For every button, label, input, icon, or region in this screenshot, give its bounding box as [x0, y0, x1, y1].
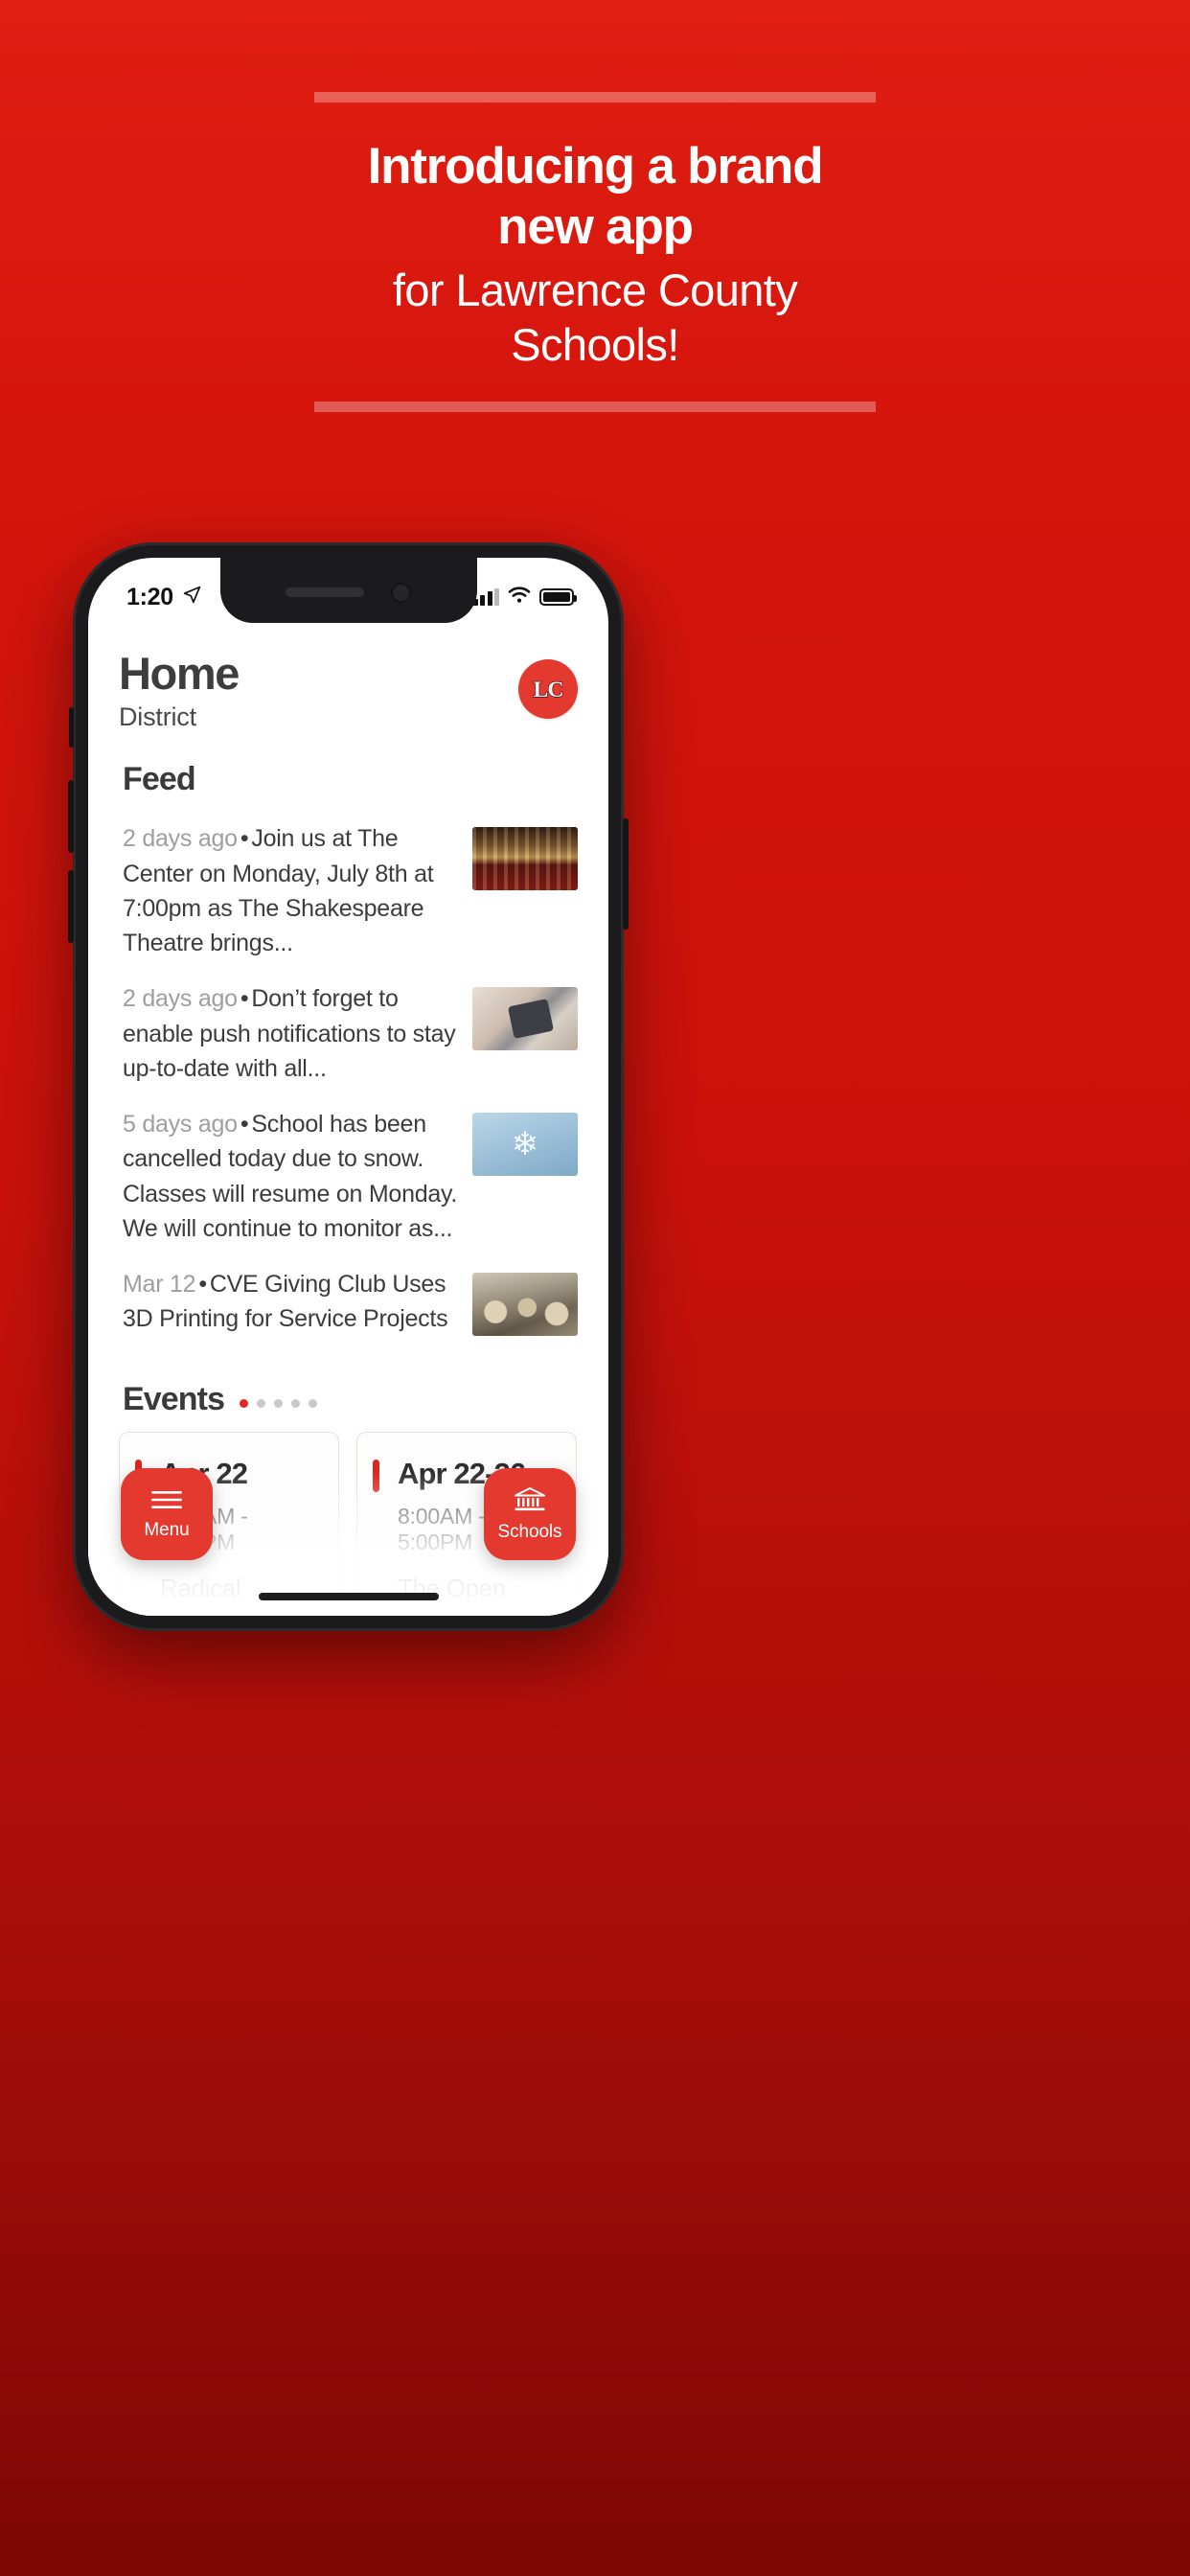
floating-action-buttons: Menu Schools — [88, 1468, 608, 1560]
feed-item[interactable]: 2 days ago • Join us at The Center on Mond… — [119, 812, 578, 972]
feed-item-text: 2 days ago • Don’t forget to enable push n… — [119, 981, 459, 1086]
location-arrow-icon — [182, 585, 202, 610]
phone-mockup: 1:20 Home District LC Feed 2 days ago • … — [68, 542, 629, 1631]
feed-item-separator: • — [198, 1271, 207, 1299]
school-building-icon — [512, 1486, 548, 1513]
svg-text:LC: LC — [533, 678, 562, 702]
front-camera-icon — [391, 582, 411, 603]
promo-headline: Introducing a brand new app for Lawrence… — [314, 103, 876, 402]
feed-item-separator: • — [240, 1111, 249, 1138]
feed-item-age: Mar 12 — [123, 1271, 196, 1299]
page-title: Home — [119, 648, 240, 699]
theatre-interior-thumbnail[interactable] — [472, 827, 578, 891]
pagination-dot[interactable] — [274, 1398, 284, 1408]
feed-item-separator: • — [240, 985, 249, 1013]
app-header-titles: Home District — [119, 648, 240, 732]
feed-item-text: 2 days ago • Join us at The Center on Mond… — [119, 821, 459, 960]
promo-divider-bottom — [314, 401, 876, 412]
feed-item-separator: • — [240, 825, 249, 853]
promo-banner: Introducing a brand new app for Lawrence… — [0, 0, 1190, 412]
events-section-title: Events — [123, 1380, 225, 1417]
page-subtitle: District — [119, 702, 196, 732]
earpiece-speaker-icon — [286, 587, 364, 597]
cellular-signal-icon — [472, 588, 499, 606]
phone-volume-up-button[interactable] — [68, 780, 74, 853]
snowflake-mittens-thumbnail[interactable] — [472, 1113, 578, 1177]
promo-divider-top — [314, 92, 876, 103]
feed-item[interactable]: 5 days ago • School has been cancelled tod… — [119, 1097, 578, 1257]
pagination-dot[interactable] — [257, 1398, 266, 1408]
feed-item-text: Mar 12 • CVE Giving Club Uses 3D Printing … — [119, 1267, 459, 1337]
wifi-icon — [508, 586, 531, 609]
status-bar-left: 1:20 — [126, 584, 202, 611]
feed-item-age: 5 days ago — [123, 1111, 238, 1138]
feed-item[interactable]: 2 days ago • Don’t forget to enable push n… — [119, 972, 578, 1097]
classroom-students-thumbnail[interactable] — [472, 1273, 578, 1337]
promo-headline-line1: Introducing a brand new app — [367, 138, 824, 255]
phone-silent-switch[interactable] — [69, 707, 74, 748]
pagination-dot-active[interactable] — [240, 1398, 249, 1408]
hand-holding-phone-thumbnail[interactable] — [472, 987, 578, 1051]
district-logo-badge[interactable]: LC — [518, 659, 578, 719]
lc-monogram-icon: LC — [533, 677, 564, 702]
events-section-header: Events — [123, 1381, 578, 1418]
feed-item-text: 5 days ago • School has been cancelled tod… — [119, 1107, 459, 1246]
schools-button-label: Schools — [497, 1521, 562, 1542]
phone-volume-down-button[interactable] — [68, 870, 74, 943]
home-indicator[interactable] — [258, 1593, 439, 1600]
feed-section-title: Feed — [123, 761, 196, 798]
menu-button-label: Menu — [144, 1519, 190, 1540]
phone-power-button[interactable] — [623, 818, 629, 930]
phone-screen: 1:20 Home District LC Feed 2 days ago • … — [88, 558, 608, 1616]
pagination-dot[interactable] — [309, 1398, 318, 1408]
app-header: Home District LC — [119, 623, 578, 732]
promo-headline-line2: for Lawrence County Schools! — [392, 264, 798, 371]
hamburger-menu-icon — [149, 1488, 184, 1511]
battery-full-icon — [539, 588, 577, 606]
app-content: Home District LC Feed 2 days ago • Join us… — [88, 623, 608, 1616]
status-time: 1:20 — [126, 583, 173, 610]
status-bar-right — [472, 586, 577, 609]
schools-button[interactable]: Schools — [484, 1468, 576, 1560]
phone-notch — [219, 558, 477, 623]
feed-item-age: 2 days ago — [123, 985, 238, 1013]
pagination-dot[interactable] — [291, 1398, 301, 1408]
feed-item-age: 2 days ago — [123, 825, 238, 853]
events-pagination-dots[interactable] — [240, 1392, 318, 1408]
feed-item[interactable]: Mar 12 • CVE Giving Club Uses 3D Printing … — [119, 1257, 578, 1348]
menu-button[interactable]: Menu — [121, 1468, 213, 1560]
